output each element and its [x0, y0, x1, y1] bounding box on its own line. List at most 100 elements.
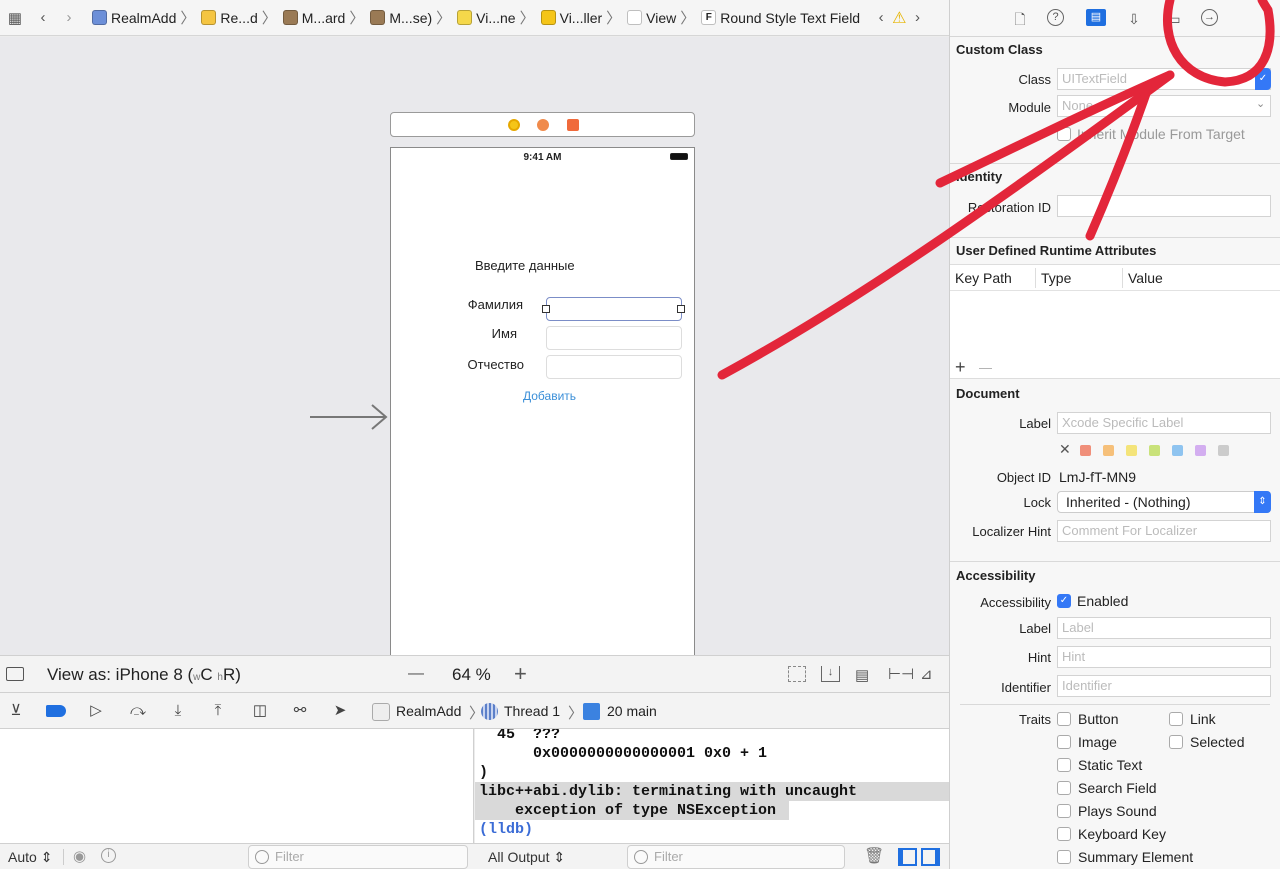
issue-back-icon[interactable]: ‹	[870, 9, 892, 26]
breadcrumb-item[interactable]: Vi...ller 〉	[535, 7, 621, 28]
trait-summary-element[interactable]: Summary Element	[1057, 849, 1193, 865]
console-filter-input[interactable]: Filter	[627, 845, 845, 869]
hide-debug-area-icon[interactable]: ⊻	[6, 702, 26, 720]
exit-icon[interactable]	[567, 119, 579, 131]
back-icon[interactable]: ‹	[32, 9, 54, 26]
color-swatch-red[interactable]	[1080, 445, 1091, 456]
trait-search-field[interactable]: Search Field	[1057, 780, 1157, 796]
color-swatch-green[interactable]	[1149, 445, 1160, 456]
step-out-icon[interactable]: ⤒	[208, 702, 228, 720]
view-debugger-icon[interactable]: ◫	[250, 702, 270, 720]
trait-image[interactable]: Image	[1057, 734, 1117, 750]
resize-handle[interactable]	[542, 305, 550, 313]
variables-filter-input[interactable]: Filter	[248, 845, 468, 869]
breadcrumb-item[interactable]: F Round Style Text Field	[695, 7, 860, 28]
output-selector[interactable]: All Output ⇕	[488, 849, 565, 866]
auto-selector[interactable]: Auto ⇕	[8, 849, 52, 866]
thread-label[interactable]: Thread 1	[504, 703, 560, 719]
file-inspector-icon[interactable]: 🗋	[1010, 9, 1030, 29]
patronymic-label[interactable]: Отчество	[431, 357, 524, 372]
scene-dock[interactable]	[390, 112, 695, 137]
issue-forward-icon[interactable]: ›	[906, 9, 928, 26]
color-swatch-purple[interactable]	[1195, 445, 1206, 456]
eye-icon[interactable]: ◉	[73, 847, 86, 865]
breadcrumb-item[interactable]: M...ard 〉	[277, 7, 364, 28]
surname-label[interactable]: Фамилия	[431, 297, 523, 312]
target-label[interactable]: RealmAdd	[396, 703, 461, 719]
first-responder-icon[interactable]	[537, 119, 549, 131]
breadcrumb-item[interactable]: Vi...ne 〉	[451, 7, 535, 28]
align-icon[interactable]: ▤	[855, 666, 869, 684]
doc-label-input[interactable]: Xcode Specific Label	[1057, 412, 1271, 434]
acc-hint-input[interactable]: Hint	[1057, 646, 1271, 668]
initial-vc-arrow-icon[interactable]	[310, 403, 390, 431]
update-frames-icon[interactable]: ↓	[821, 666, 840, 682]
module-select[interactable]: None	[1057, 95, 1271, 117]
console-view[interactable]: 45 ??? 0x0000000000000001 0x0 + 1 ) libc…	[475, 729, 949, 843]
resolve-issues-icon[interactable]: ⊿	[920, 665, 933, 683]
embed-icon[interactable]	[788, 666, 806, 682]
color-swatch-blue[interactable]	[1172, 445, 1183, 456]
lldb-prompt[interactable]: (lldb)	[475, 820, 949, 839]
acc-label-input[interactable]: Label	[1057, 617, 1271, 639]
clear-color-icon[interactable]: ✕	[1059, 441, 1071, 458]
heading-label[interactable]: Введите данные	[475, 258, 575, 273]
breadcrumb-item[interactable]: M...se) 〉	[364, 7, 451, 28]
color-swatch-gray[interactable]	[1218, 445, 1229, 456]
add-attribute-button[interactable]: +	[955, 357, 966, 378]
breakpoints-icon[interactable]	[46, 705, 66, 717]
identity-inspector-icon[interactable]: ▤	[1086, 9, 1106, 26]
surname-text-field[interactable]	[546, 297, 682, 321]
checkbox-icon[interactable]	[1057, 850, 1071, 864]
breadcrumb-item[interactable]: View 〉	[621, 7, 695, 28]
warning-icon[interactable]: ⚠	[892, 8, 906, 28]
acc-identifier-input[interactable]: Identifier	[1057, 675, 1271, 697]
trait-plays-sound[interactable]: Plays Sound	[1057, 803, 1157, 819]
checkbox-icon[interactable]	[1057, 127, 1071, 141]
trait-selected[interactable]: Selected	[1169, 734, 1244, 750]
pin-icon[interactable]: ⊢⊣	[888, 665, 914, 683]
trait-keyboard-key[interactable]: Keyboard Key	[1057, 826, 1166, 842]
trait-button[interactable]: Button	[1057, 711, 1118, 727]
iphone-scene[interactable]: 9:41 AM Введите данные Фамилия Имя Отчес…	[390, 147, 695, 655]
col-type[interactable]: Type	[1041, 270, 1071, 286]
checkbox-icon[interactable]	[1057, 712, 1071, 726]
add-button[interactable]: Добавить	[523, 389, 576, 403]
class-input[interactable]: UITextField	[1057, 68, 1271, 90]
grid-icon[interactable]: ▦	[4, 9, 26, 27]
resize-handle[interactable]	[677, 305, 685, 313]
col-keypath[interactable]: Key Path	[955, 270, 1012, 286]
lock-select[interactable]: Inherited - (Nothing)	[1057, 491, 1271, 513]
breadcrumb-item[interactable]: Re...d 〉	[195, 7, 277, 28]
frame-label[interactable]: 20 main	[607, 703, 657, 719]
size-inspector-icon[interactable]: ▭	[1164, 9, 1184, 29]
trait-static-text[interactable]: Static Text	[1057, 757, 1142, 773]
checkbox-icon[interactable]	[1057, 758, 1071, 772]
info-icon[interactable]: i	[101, 848, 116, 863]
localizer-hint-input[interactable]: Comment For Localizer	[1057, 520, 1271, 542]
name-text-field[interactable]	[546, 326, 682, 350]
inherit-module-checkbox[interactable]: Inherit Module From Target	[1057, 126, 1245, 142]
continue-icon[interactable]: ▷	[86, 702, 106, 720]
document-outline-icon[interactable]	[6, 667, 24, 681]
checkbox-icon[interactable]	[1169, 712, 1183, 726]
device-config-button[interactable]: View as: iPhone 8 (wC hR)	[47, 665, 241, 685]
zoom-in-button[interactable]: +	[514, 661, 527, 687]
forward-icon[interactable]: ›	[58, 9, 80, 26]
udra-table[interactable]: Key Path Type Value + —	[950, 264, 1280, 379]
checkbox-icon[interactable]	[1057, 804, 1071, 818]
variables-view[interactable]	[0, 729, 474, 843]
memory-graph-icon[interactable]: ⚯	[290, 702, 310, 720]
color-swatch-orange[interactable]	[1103, 445, 1114, 456]
checkmark-icon[interactable]: ✓	[1057, 594, 1071, 608]
trash-icon[interactable]: 🗑	[864, 846, 884, 866]
show-console-icon[interactable]	[921, 848, 940, 866]
name-label[interactable]: Имя	[431, 326, 517, 341]
zoom-out-button[interactable]: —	[408, 665, 424, 683]
step-over-icon[interactable]: ⤼	[128, 702, 148, 720]
connections-inspector-icon[interactable]: →	[1201, 9, 1218, 26]
accessibility-enabled-checkbox[interactable]: ✓ Enabled	[1057, 593, 1128, 609]
storyboard-canvas[interactable]: 9:41 AM Введите данные Фамилия Имя Отчес…	[0, 37, 949, 655]
show-variables-icon[interactable]	[898, 848, 917, 866]
patronymic-text-field[interactable]	[546, 355, 682, 379]
